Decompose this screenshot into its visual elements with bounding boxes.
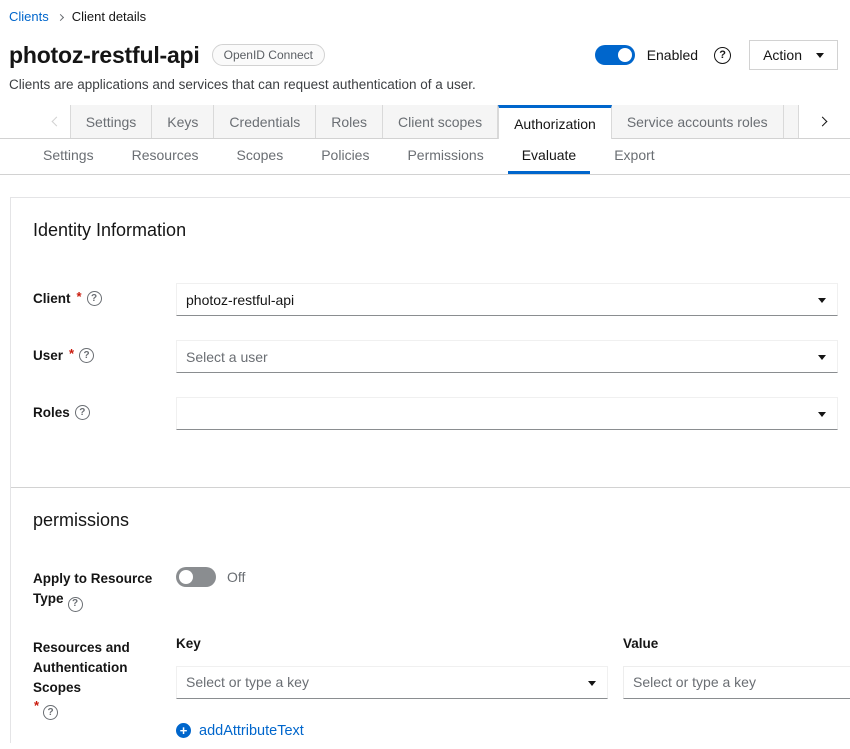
tab-authorization[interactable]: Authorization bbox=[498, 105, 612, 139]
resources-scopes-label: Resources and Authentication Scopes * bbox=[33, 636, 163, 721]
enabled-label: Enabled bbox=[647, 47, 698, 63]
toggle-knob bbox=[618, 48, 632, 62]
tabs-scroll-right-button[interactable] bbox=[799, 105, 850, 138]
roles-field-row: Roles bbox=[33, 397, 838, 430]
value-column-label: Value bbox=[623, 636, 850, 651]
key-column-label: Key bbox=[176, 636, 608, 651]
user-select[interactable]: Select a user bbox=[176, 340, 838, 373]
chevron-right-icon bbox=[818, 117, 828, 127]
chevron-left-icon bbox=[51, 117, 61, 127]
authorization-subtabs: Settings Resources Scopes Policies Permi… bbox=[0, 139, 850, 175]
toggle-knob bbox=[179, 570, 193, 584]
user-field-row: User * Select a user bbox=[33, 340, 838, 373]
subtab-policies[interactable]: Policies bbox=[307, 139, 383, 174]
apply-to-resource-type-toggle[interactable] bbox=[176, 567, 216, 587]
tab-settings[interactable]: Settings bbox=[70, 105, 153, 138]
client-tabs: Settings Keys Credentials Roles Client s… bbox=[0, 105, 850, 139]
subtab-resources[interactable]: Resources bbox=[118, 139, 213, 174]
page-header: photoz-restful-api OpenID Connect Enable… bbox=[0, 24, 850, 70]
page-title: photoz-restful-api bbox=[9, 42, 200, 69]
breadcrumb-link-clients[interactable]: Clients bbox=[9, 9, 49, 24]
tab-clipped[interactable] bbox=[784, 105, 799, 138]
roles-field-label: Roles bbox=[33, 397, 176, 420]
tab-keys[interactable]: Keys bbox=[152, 105, 214, 138]
toggle-state-label: Off bbox=[227, 569, 245, 585]
required-asterisk: * bbox=[77, 289, 82, 304]
identity-information-section: Identity Information Client * photoz-res… bbox=[11, 198, 850, 430]
breadcrumb: Clients Client details bbox=[0, 0, 850, 24]
chevron-down-icon bbox=[588, 681, 596, 686]
resources-scopes-row: Resources and Authentication Scopes * Ke… bbox=[33, 636, 850, 739]
apply-to-resource-type-row: Apply to Resource Type Off bbox=[33, 567, 850, 612]
apply-to-resource-type-label: Apply to Resource Type bbox=[33, 567, 163, 612]
permissions-section-title: permissions bbox=[33, 510, 850, 531]
key-select[interactable]: Select or type a key bbox=[176, 666, 608, 699]
add-attribute-button[interactable]: addAttributeText bbox=[176, 723, 304, 739]
add-attribute-label: addAttributeText bbox=[199, 723, 304, 739]
roles-label-text: Roles bbox=[33, 405, 70, 420]
action-dropdown[interactable]: Action bbox=[749, 40, 838, 70]
client-field-label: Client * bbox=[33, 283, 176, 306]
subtab-scopes[interactable]: Scopes bbox=[223, 139, 298, 174]
breadcrumb-current: Client details bbox=[72, 9, 146, 24]
user-field-label: User * bbox=[33, 340, 176, 363]
plus-circle-icon bbox=[176, 723, 191, 738]
value-input[interactable] bbox=[623, 666, 850, 699]
subtab-settings[interactable]: Settings bbox=[29, 139, 108, 174]
help-icon[interactable] bbox=[714, 47, 731, 64]
client-select[interactable]: photoz-restful-api bbox=[176, 283, 838, 316]
tab-service-accounts-roles[interactable]: Service accounts roles bbox=[612, 105, 784, 138]
permissions-section: permissions Apply to Resource Type Off R… bbox=[11, 488, 850, 739]
action-dropdown-label: Action bbox=[763, 47, 802, 63]
subtab-evaluate[interactable]: Evaluate bbox=[508, 139, 590, 174]
apply-label-text: Apply to Resource Type bbox=[33, 571, 152, 606]
chevron-down-icon bbox=[818, 298, 826, 303]
tabs-scroll-left-button[interactable] bbox=[40, 105, 70, 138]
enabled-toggle[interactable] bbox=[595, 45, 635, 65]
subtab-permissions[interactable]: Permissions bbox=[393, 139, 497, 174]
help-icon[interactable] bbox=[87, 291, 102, 306]
required-asterisk: * bbox=[69, 346, 74, 361]
roles-select[interactable] bbox=[176, 397, 838, 430]
identity-section-title: Identity Information bbox=[33, 220, 850, 241]
chevron-down-icon bbox=[816, 53, 824, 58]
page-description: Clients are applications and services th… bbox=[0, 70, 850, 92]
client-label-text: Client bbox=[33, 291, 71, 306]
required-asterisk: * bbox=[34, 698, 39, 713]
tab-roles[interactable]: Roles bbox=[316, 105, 383, 138]
subtab-export[interactable]: Export bbox=[600, 139, 668, 174]
chevron-down-icon bbox=[818, 412, 826, 417]
user-label-text: User bbox=[33, 348, 63, 363]
evaluate-form-card: Identity Information Client * photoz-res… bbox=[10, 197, 850, 743]
help-icon[interactable] bbox=[79, 348, 94, 363]
breadcrumb-separator-icon bbox=[57, 13, 64, 20]
resources-label-text: Resources and Authentication Scopes bbox=[33, 640, 130, 695]
help-icon[interactable] bbox=[43, 705, 58, 720]
client-field-row: Client * photoz-restful-api bbox=[33, 283, 838, 316]
help-icon[interactable] bbox=[68, 597, 83, 612]
help-icon[interactable] bbox=[75, 405, 90, 420]
user-select-placeholder: Select a user bbox=[186, 349, 268, 365]
client-select-value: photoz-restful-api bbox=[186, 292, 294, 308]
tab-client-scopes[interactable]: Client scopes bbox=[383, 105, 498, 138]
key-select-placeholder: Select or type a key bbox=[186, 674, 309, 690]
chevron-down-icon bbox=[818, 355, 826, 360]
tab-credentials[interactable]: Credentials bbox=[214, 105, 316, 138]
protocol-badge: OpenID Connect bbox=[212, 44, 325, 66]
